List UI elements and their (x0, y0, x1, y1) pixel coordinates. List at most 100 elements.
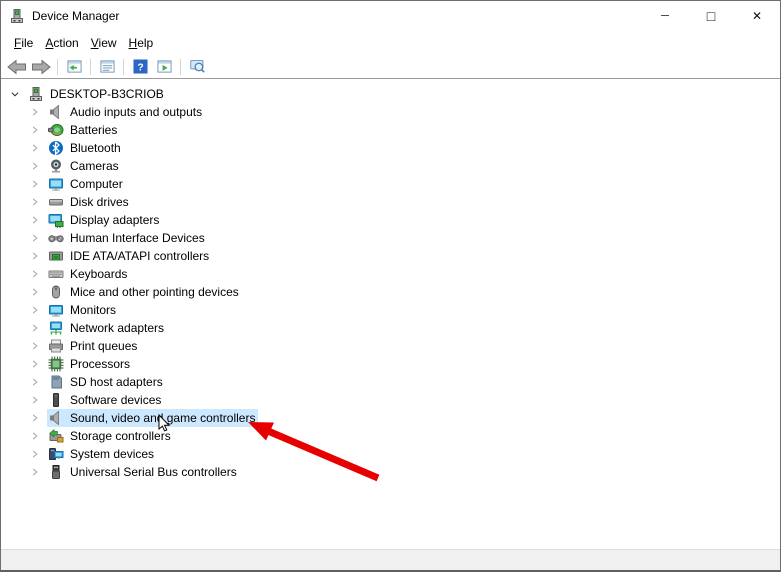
chevron-right-icon[interactable] (25, 104, 45, 120)
chevron-right-icon[interactable] (25, 374, 45, 390)
row-content: Monitors (47, 301, 119, 319)
tree-item-label: Sound, video and game controllers (70, 411, 256, 425)
tree-item-network-adapters[interactable]: Network adapters (1, 319, 780, 337)
chevron-right-icon[interactable] (25, 428, 45, 444)
window-controls: ─ □ ✕ (642, 1, 780, 31)
tree-item-label: DESKTOP-B3CRIOB (50, 87, 164, 101)
svg-text:?: ? (137, 62, 143, 73)
tree-item-label: Human Interface Devices (70, 231, 205, 245)
tree-item-label: Display adapters (70, 213, 160, 227)
tree-item-audio-inputs-and-outputs[interactable]: Audio inputs and outputs (1, 103, 780, 121)
minimize-button[interactable]: ─ (642, 1, 688, 31)
toolbar-separator (90, 58, 91, 75)
chevron-right-icon[interactable] (25, 410, 45, 426)
tree-item-human-interface-devices[interactable]: Human Interface Devices (1, 229, 780, 247)
action-pane-button[interactable] (152, 57, 176, 77)
toolbar-separator (57, 58, 58, 75)
tree-item-label: Batteries (70, 123, 118, 137)
tree-item-label: Keyboards (70, 267, 128, 281)
tree-item-bluetooth[interactable]: Bluetooth (1, 139, 780, 157)
menu-help[interactable]: Help (123, 33, 160, 53)
chevron-right-icon[interactable] (25, 266, 45, 282)
forward-arrow-icon (30, 58, 52, 75)
keyboard-icon (48, 266, 64, 282)
back-button[interactable] (5, 57, 29, 77)
menu-view[interactable]: View (85, 33, 123, 53)
row-content: Human Interface Devices (47, 229, 208, 247)
row-content: Computer (47, 175, 126, 193)
chevron-right-icon[interactable] (25, 446, 45, 462)
sd-card-icon (48, 374, 64, 390)
close-button[interactable]: ✕ (734, 1, 780, 31)
disk-drive-icon (48, 194, 64, 210)
menu-file[interactable]: File (8, 33, 39, 53)
selected-highlight: Sound, video and game controllers (47, 409, 259, 427)
usb-icon (48, 464, 64, 480)
chevron-right-icon[interactable] (25, 356, 45, 372)
tree-item-ide-ata-atapi-controllers[interactable]: IDE ATA/ATAPI controllers (1, 247, 780, 265)
properties-button[interactable] (95, 57, 119, 77)
chevron-right-icon[interactable] (25, 194, 45, 210)
row-content: Software devices (47, 391, 164, 409)
row-content: Network adapters (47, 319, 167, 337)
chevron-down-icon[interactable] (5, 86, 25, 102)
device-manager-window: Device Manager ─ □ ✕ File Action View Help ? … (0, 0, 781, 572)
tree-item-system-devices[interactable]: System devices (1, 445, 780, 463)
speaker-icon (48, 410, 64, 426)
chevron-right-icon[interactable] (25, 248, 45, 264)
tree-item-keyboards[interactable]: Keyboards (1, 265, 780, 283)
tree-item-label: Universal Serial Bus controllers (70, 465, 237, 479)
tree-item-universal-serial-bus-controllers[interactable]: Universal Serial Bus controllers (1, 463, 780, 481)
tree-item-monitors[interactable]: Monitors (1, 301, 780, 319)
forward-button[interactable] (29, 57, 53, 77)
device-tree-panel: DESKTOP-B3CRIOB Audio inputs and outputs B… (1, 78, 780, 549)
chevron-right-icon[interactable] (25, 464, 45, 480)
chevron-right-icon[interactable] (25, 176, 45, 192)
storage-controller-icon (48, 428, 64, 444)
speaker-icon (48, 104, 64, 120)
chevron-right-icon[interactable] (25, 230, 45, 246)
menu-action[interactable]: Action (39, 33, 84, 53)
row-content: Universal Serial Bus controllers (47, 463, 240, 481)
tree-item-label: Network adapters (70, 321, 165, 335)
chevron-right-icon[interactable] (25, 158, 45, 174)
tree-item-label: Mice and other pointing devices (70, 285, 239, 299)
tree-item-print-queues[interactable]: Print queues (1, 337, 780, 355)
tree-item-batteries[interactable]: Batteries (1, 121, 780, 139)
tree-item-cameras[interactable]: Cameras (1, 157, 780, 175)
chevron-right-icon[interactable] (25, 212, 45, 228)
chevron-right-icon[interactable] (25, 140, 45, 156)
computer-device-icon (28, 86, 44, 102)
scan-hardware-changes-button[interactable] (185, 57, 209, 77)
tree-item-storage-controllers[interactable]: Storage controllers (1, 427, 780, 445)
scan-hardware-icon (189, 59, 206, 74)
tree-item-display-adapters[interactable]: Display adapters (1, 211, 780, 229)
help-button[interactable]: ? (128, 57, 152, 77)
tree-item-mice-and-other-pointing-devices[interactable]: Mice and other pointing devices (1, 283, 780, 301)
tree-item-sound-video-and-game-controllers[interactable]: Sound, video and game controllers (1, 409, 780, 427)
tree-item-sd-host-adapters[interactable]: SD host adapters (1, 373, 780, 391)
device-manager-app-icon (9, 8, 25, 24)
monitor-icon (48, 302, 64, 318)
chevron-right-icon[interactable] (25, 320, 45, 336)
chevron-right-icon[interactable] (25, 392, 45, 408)
ide-controller-icon (48, 248, 64, 264)
show-console-tree-button[interactable] (62, 57, 86, 77)
tree-item-desktop-b3criob[interactable]: DESKTOP-B3CRIOB (1, 85, 780, 103)
system-device-icon (48, 446, 64, 462)
tree-item-processors[interactable]: Processors (1, 355, 780, 373)
chevron-right-icon[interactable] (25, 284, 45, 300)
tree-item-label: Print queues (70, 339, 138, 353)
tree-item-disk-drives[interactable]: Disk drives (1, 193, 780, 211)
tree-item-label: SD host adapters (70, 375, 163, 389)
maximize-button[interactable]: □ (688, 1, 734, 31)
chevron-right-icon[interactable] (25, 338, 45, 354)
row-content: SD host adapters (47, 373, 166, 391)
tree-item-software-devices[interactable]: Software devices (1, 391, 780, 409)
toolbar-separator (123, 58, 124, 75)
chevron-right-icon[interactable] (25, 122, 45, 138)
tree-item-label: Processors (70, 357, 131, 371)
chevron-right-icon[interactable] (25, 302, 45, 318)
tree-item-label: Cameras (70, 159, 119, 173)
tree-item-computer[interactable]: Computer (1, 175, 780, 193)
